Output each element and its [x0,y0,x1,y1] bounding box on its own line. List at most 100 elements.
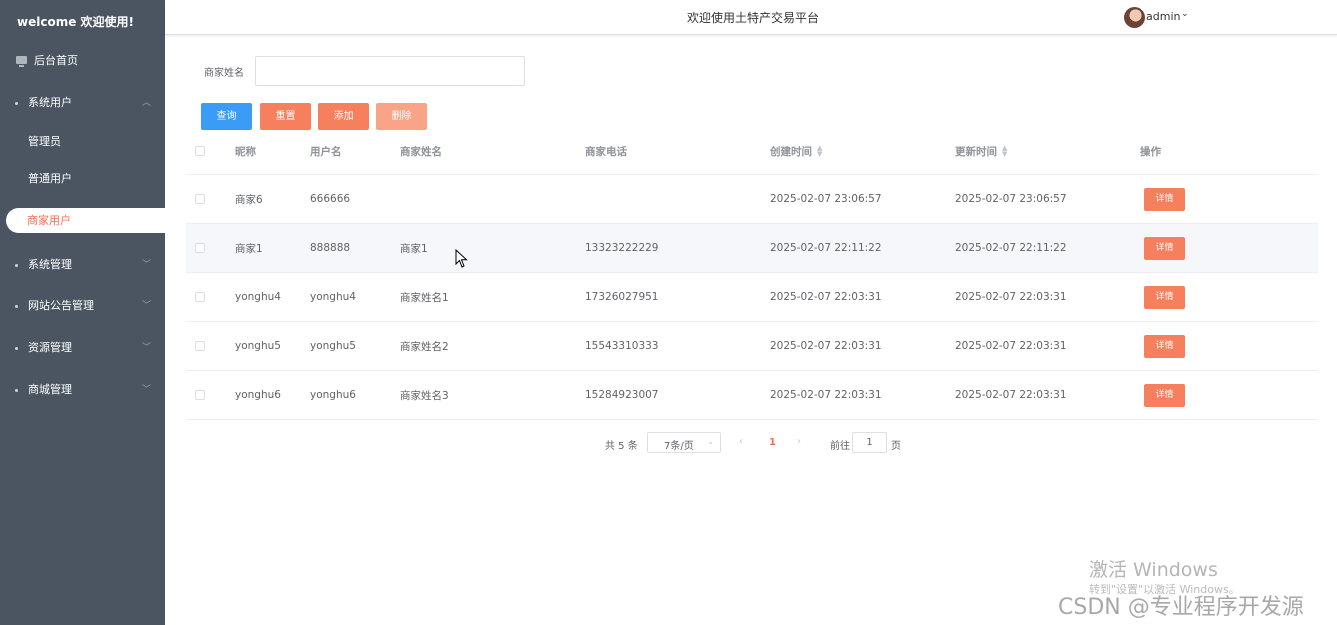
prev-page-icon[interactable]: ‹ [739,436,743,447]
chevron-down-icon: ﹀ [141,260,151,270]
cell-nickname: yonghu5 [235,340,281,352]
header-phone: 商家电话 [585,145,627,158]
merchant-table: 昵称 用户名 商家姓名 商家电话 创建时间 ▲ ▼ 更新时间 ▲ ▼ 操作 商家6 … [186,128,1318,420]
cell-phone: 15543310333 [585,340,659,352]
cell-created: 2025-02-07 22:03:31 [770,389,882,401]
sort-icon[interactable]: ▲ ▼ [817,145,822,158]
select-all-checkbox[interactable] [195,146,205,156]
detail-button[interactable]: 详情 [1144,383,1185,407]
add-button[interactable]: 添加 [318,103,369,130]
bullet-icon [15,264,18,267]
bullet-icon [15,389,18,392]
cell-merchant-name: 商家姓名1 [400,291,449,304]
goto-page-input[interactable]: 1 [852,432,887,453]
sidebar-item-label: 系统用户 [28,96,72,109]
sidebar-item-label: 商城管理 [28,383,72,396]
chevron-down-icon: ⌄ [707,437,714,446]
search-label: 商家姓名 [204,68,244,79]
header-actions: 操作 [1140,145,1161,158]
cell-updated: 2025-02-07 22:03:31 [955,291,1067,303]
header-merchant-name: 商家姓名 [400,145,442,158]
sidebar-title: welcome 欢迎使用! [17,15,134,29]
sidebar-item-normal-users[interactable]: 普通用户 [0,166,165,192]
cell-phone: 17326027951 [585,291,659,303]
page-suffix: 页 [891,441,901,452]
row-checkbox[interactable] [195,341,205,351]
table-row: yonghu6 yonghu6 商家姓名3 15284923007 2025-0… [186,371,1318,420]
header-nickname: 昵称 [235,145,256,158]
cell-username: yonghu5 [310,340,356,352]
row-checkbox[interactable] [195,243,205,253]
table-row: 商家6 666666 2025-02-07 23:06:57 2025-02-0… [186,175,1318,224]
cell-created: 2025-02-07 23:06:57 [770,193,882,205]
cell-updated: 2025-02-07 22:03:31 [955,389,1067,401]
cell-merchant-name: 商家姓名2 [400,340,449,353]
chevron-up-icon: ︿ [141,98,151,108]
mouse-cursor-icon [455,249,468,268]
detail-button[interactable]: 详情 [1144,187,1185,211]
goto-label: 前往 [830,441,850,452]
query-button[interactable]: 查询 [201,103,252,130]
row-checkbox[interactable] [195,292,205,302]
cell-merchant-name: 商家1 [400,242,428,255]
sidebar-item-label: 管理员 [28,135,61,148]
detail-button[interactable]: 详情 [1144,236,1185,260]
cell-username: 888888 [310,242,351,254]
cell-created: 2025-02-07 22:03:31 [770,291,882,303]
bullet-icon [15,305,18,308]
table-header: 昵称 用户名 商家姓名 商家电话 创建时间 ▲ ▼ 更新时间 ▲ ▼ 操作 [186,128,1318,175]
page-size-select[interactable]: 7条/页 ⌄ [647,432,721,453]
sidebar-item-notice-mgmt[interactable]: 网站公告管理 ﹀ [0,293,165,319]
cell-created: 2025-02-07 22:11:22 [770,242,882,254]
sidebar-item-mall-mgmt[interactable]: 商城管理 ﹀ [0,377,165,403]
monitor-icon [16,56,27,67]
header-created[interactable]: 创建时间 ▲ ▼ [770,128,822,174]
row-checkbox[interactable] [195,194,205,204]
avatar[interactable] [1124,7,1145,28]
user-menu[interactable]: admin [1146,10,1180,23]
header-updated-label: 更新时间 [955,145,997,158]
cell-nickname: yonghu4 [235,291,281,303]
chevron-down-icon: ﹀ [141,385,151,395]
sidebar: welcome 欢迎使用! 后台首页 系统用户 ︿ 管理员 普通用户 商家用户 … [0,0,170,625]
table-row: 商家1 888888 商家1 13323222229 2025-02-07 22… [186,224,1318,273]
chevron-down-icon: ﹀ [141,301,151,311]
next-page-icon[interactable]: › [797,436,801,447]
cell-nickname: 商家6 [235,193,263,206]
sidebar-item-label: 网站公告管理 [28,299,94,312]
row-checkbox[interactable] [195,390,205,400]
chevron-down-icon[interactable]: ⌄ [1181,9,1189,19]
cell-created: 2025-02-07 22:03:31 [770,340,882,352]
sidebar-item-label: 后台首页 [34,54,78,67]
cell-phone: 13323222229 [585,242,659,254]
table-row: yonghu5 yonghu5 商家姓名2 15543310333 2025-0… [186,322,1318,371]
table-row: yonghu4 yonghu4 商家姓名1 17326027951 2025-0… [186,273,1318,322]
sidebar-item-home[interactable]: 后台首页 [0,48,165,74]
sidebar-item-system-users[interactable]: 系统用户 ︿ [0,90,165,116]
reset-button[interactable]: 重置 [260,103,311,130]
detail-button[interactable]: 详情 [1144,285,1185,309]
bullet-icon [15,347,18,350]
delete-button[interactable]: 删除 [376,103,427,130]
merchant-name-input[interactable] [255,56,525,86]
cell-nickname: 商家1 [235,242,263,255]
cell-username: yonghu6 [310,389,356,401]
sidebar-item-resource-mgmt[interactable]: 资源管理 ﹀ [0,335,165,361]
cell-updated: 2025-02-07 23:06:57 [955,193,1067,205]
detail-button[interactable]: 详情 [1144,334,1185,358]
cell-merchant-name: 商家姓名3 [400,389,449,402]
header-updated[interactable]: 更新时间 ▲ ▼ [955,128,1007,174]
pagination: 共 5 条 7条/页 ⌄ ‹ 1 › 前往 1 页 [0,432,1337,454]
page-title: 欢迎使用土特产交易平台 [687,11,820,25]
cell-username: 666666 [310,193,351,205]
sort-icon[interactable]: ▲ ▼ [1002,145,1007,158]
cell-username: yonghu4 [310,291,356,303]
csdn-watermark: CSDN @专业程序开发源 [1058,595,1304,620]
page-number-current[interactable]: 1 [769,437,776,448]
pagination-total: 共 5 条 [605,441,638,452]
header-username: 用户名 [310,145,342,158]
cell-updated: 2025-02-07 22:03:31 [955,340,1067,352]
sidebar-item-system-mgmt[interactable]: 系统管理 ﹀ [0,252,165,278]
sidebar-item-merchant-users[interactable]: 商家用户 [6,208,170,233]
sidebar-item-admin[interactable]: 管理员 [0,129,165,155]
